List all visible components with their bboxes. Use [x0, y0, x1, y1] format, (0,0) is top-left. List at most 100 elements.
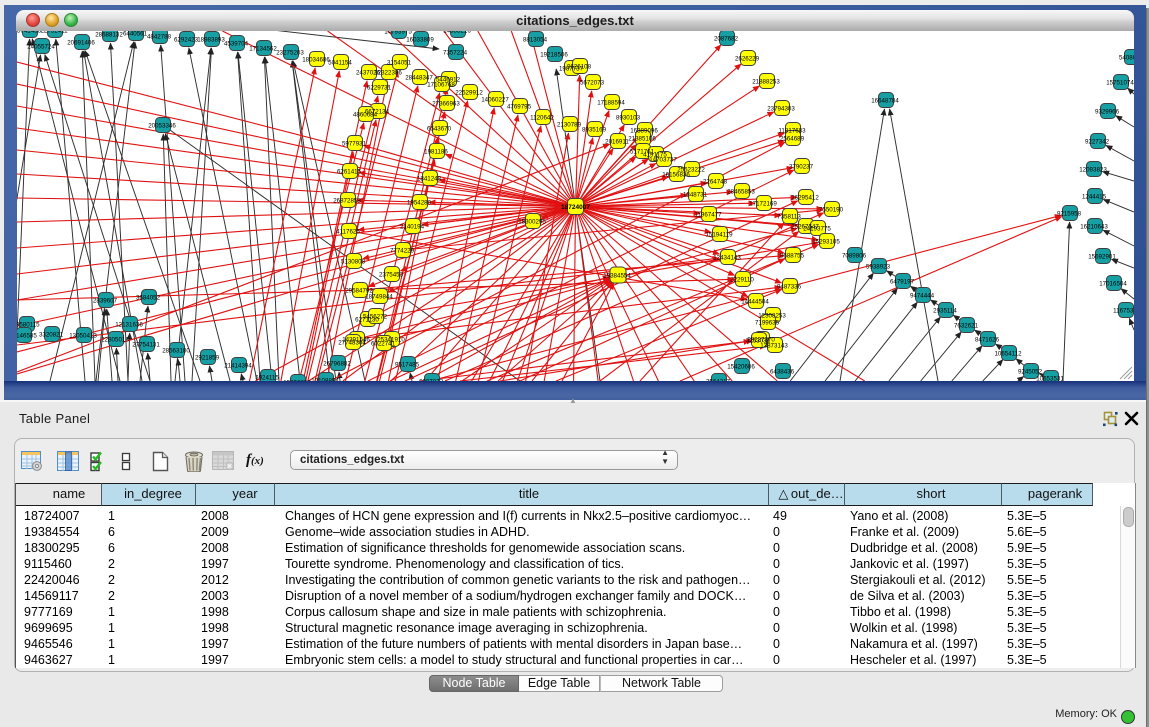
svg-text:23794303: 23794303	[767, 106, 795, 113]
svg-text:21888253: 21888253	[752, 79, 780, 86]
svg-text:7199635: 7199635	[755, 320, 780, 327]
svg-text:5938923: 5938923	[866, 264, 891, 271]
svg-text:15692901: 15692901	[1088, 254, 1116, 261]
svg-text:16033809: 16033809	[406, 37, 434, 44]
svg-text:9474444: 9474444	[910, 293, 935, 300]
svg-text:28563180: 28563180	[162, 348, 190, 355]
svg-text:9487336: 9487336	[777, 284, 802, 291]
svg-text:18034686: 18034686	[302, 57, 330, 64]
svg-text:7550190: 7550190	[819, 207, 844, 214]
svg-text:2564689: 2564689	[780, 136, 805, 143]
svg-text:6440561: 6440561	[123, 31, 148, 38]
svg-text:9517485: 9517485	[395, 362, 420, 369]
svg-text:26796882: 26796882	[323, 361, 351, 368]
svg-text:14060227: 14060227	[481, 97, 509, 104]
svg-text:10654112: 10654112	[994, 351, 1022, 358]
svg-text:6479197: 6479197	[890, 279, 915, 286]
svg-text:9245052: 9245052	[1018, 369, 1043, 376]
svg-text:9626108: 9626108	[567, 64, 592, 71]
svg-text:21414394: 21414394	[224, 363, 252, 370]
svg-text:8935169: 8935169	[582, 127, 607, 134]
svg-text:4539704: 4539704	[224, 41, 249, 48]
svg-text:6022741: 6022741	[371, 341, 396, 348]
svg-text:16389096: 16389096	[630, 128, 658, 135]
svg-text:11967477: 11967477	[694, 212, 722, 219]
svg-text:19384554: 19384554	[603, 273, 631, 280]
svg-text:2839607: 2839607	[93, 298, 118, 305]
svg-text:26872858: 26872858	[333, 198, 361, 205]
svg-text:14703737: 14703737	[649, 157, 677, 164]
svg-text:1954280: 1954280	[407, 200, 432, 207]
svg-text:1167533: 1167533	[1113, 308, 1134, 315]
svg-text:7632621: 7632621	[954, 323, 979, 330]
svg-text:3790237: 3790237	[789, 164, 814, 171]
svg-text:18300295: 18300295	[518, 219, 546, 226]
svg-text:2921859: 2921859	[195, 355, 220, 362]
svg-text:22805018: 22805018	[101, 337, 129, 344]
svg-text:6229731: 6229731	[367, 85, 392, 92]
svg-text:7358113: 7358113	[777, 214, 801, 221]
svg-text:27754131: 27754131	[132, 342, 160, 349]
svg-text:8471626: 8471626	[975, 337, 1000, 344]
svg-text:10108894: 10108894	[311, 378, 339, 382]
svg-text:6543670: 6543670	[427, 126, 452, 133]
svg-text:4860684: 4860684	[353, 112, 378, 119]
svg-text:28465853: 28465853	[727, 189, 755, 196]
svg-text:2130789: 2130789	[557, 122, 582, 129]
svg-text:12093823: 12093823	[1079, 167, 1107, 174]
svg-text:24193775: 24193775	[803, 226, 831, 233]
svg-text:25523222: 25523222	[677, 167, 705, 174]
svg-text:12131636: 12131636	[115, 322, 143, 329]
svg-text:19218506: 19218506	[540, 52, 568, 59]
svg-text:6007072: 6007072	[419, 379, 444, 382]
svg-text:6261415: 6261415	[337, 169, 362, 176]
svg-text:13050413: 13050413	[69, 333, 97, 340]
svg-text:14685216: 14685216	[443, 31, 471, 35]
svg-text:15420686: 15420686	[727, 364, 755, 371]
svg-text:12434143: 12434143	[713, 255, 741, 262]
svg-text:3741438: 3741438	[17, 31, 42, 35]
svg-text:23275203: 23275203	[276, 50, 304, 57]
svg-text:12308253: 12308253	[758, 313, 786, 320]
svg-text:4117625: 4117625	[336, 229, 360, 236]
svg-text:22732411: 22732411	[40, 31, 68, 35]
svg-text:5924115: 5924115	[255, 375, 279, 382]
svg-text:5672073: 5672073	[580, 80, 605, 87]
svg-text:20691406: 20691406	[67, 40, 95, 47]
svg-text:15751074: 15751074	[1106, 80, 1134, 87]
svg-text:29580115: 29580115	[17, 322, 40, 329]
svg-text:8813054: 8813054	[523, 37, 548, 44]
svg-text:17016504: 17016504	[1099, 281, 1127, 288]
svg-text:9227342: 9227342	[1085, 139, 1110, 146]
svg-text:2087682: 2087682	[714, 36, 739, 43]
svg-text:14793975: 14793975	[384, 31, 412, 36]
svg-text:9215958: 9215958	[1057, 211, 1082, 218]
svg-text:6438436: 6438436	[770, 369, 795, 376]
svg-text:3154051: 3154051	[387, 60, 412, 67]
svg-text:7357224: 7357224	[443, 50, 468, 57]
svg-text:22146585: 22146585	[17, 333, 37, 340]
svg-text:2229110: 2229110	[730, 277, 754, 284]
svg-text:1848731: 1848731	[683, 192, 708, 199]
svg-text:27366963: 27366963	[432, 101, 460, 108]
svg-text:14444504: 14444504	[741, 299, 769, 306]
svg-text:28448347: 28448347	[405, 75, 433, 82]
svg-text:7774229: 7774229	[390, 248, 415, 255]
svg-text:15293105: 15293105	[812, 239, 840, 246]
svg-text:11817683: 11817683	[778, 128, 806, 135]
svg-text:2140194: 2140194	[400, 224, 425, 231]
svg-text:1244415: 1244415	[1082, 194, 1107, 201]
svg-text:5041154: 5041154	[328, 60, 352, 67]
svg-text:24055724: 24055724	[27, 44, 55, 51]
svg-text:1981186: 1981186	[424, 149, 448, 156]
svg-text:18724007: 18724007	[561, 204, 590, 211]
svg-text:4842788: 4842788	[147, 34, 172, 41]
svg-text:2264748: 2264748	[703, 179, 728, 186]
svg-text:15306893: 15306893	[283, 380, 311, 382]
svg-text:2935114: 2935114	[933, 308, 957, 315]
svg-text:8930103: 8930103	[616, 115, 641, 122]
svg-text:17106768: 17106768	[427, 82, 455, 89]
svg-text:20053346: 20053346	[148, 123, 176, 130]
svg-text:26295412: 26295412	[791, 195, 819, 202]
svg-text:27748304: 27748304	[338, 340, 366, 347]
